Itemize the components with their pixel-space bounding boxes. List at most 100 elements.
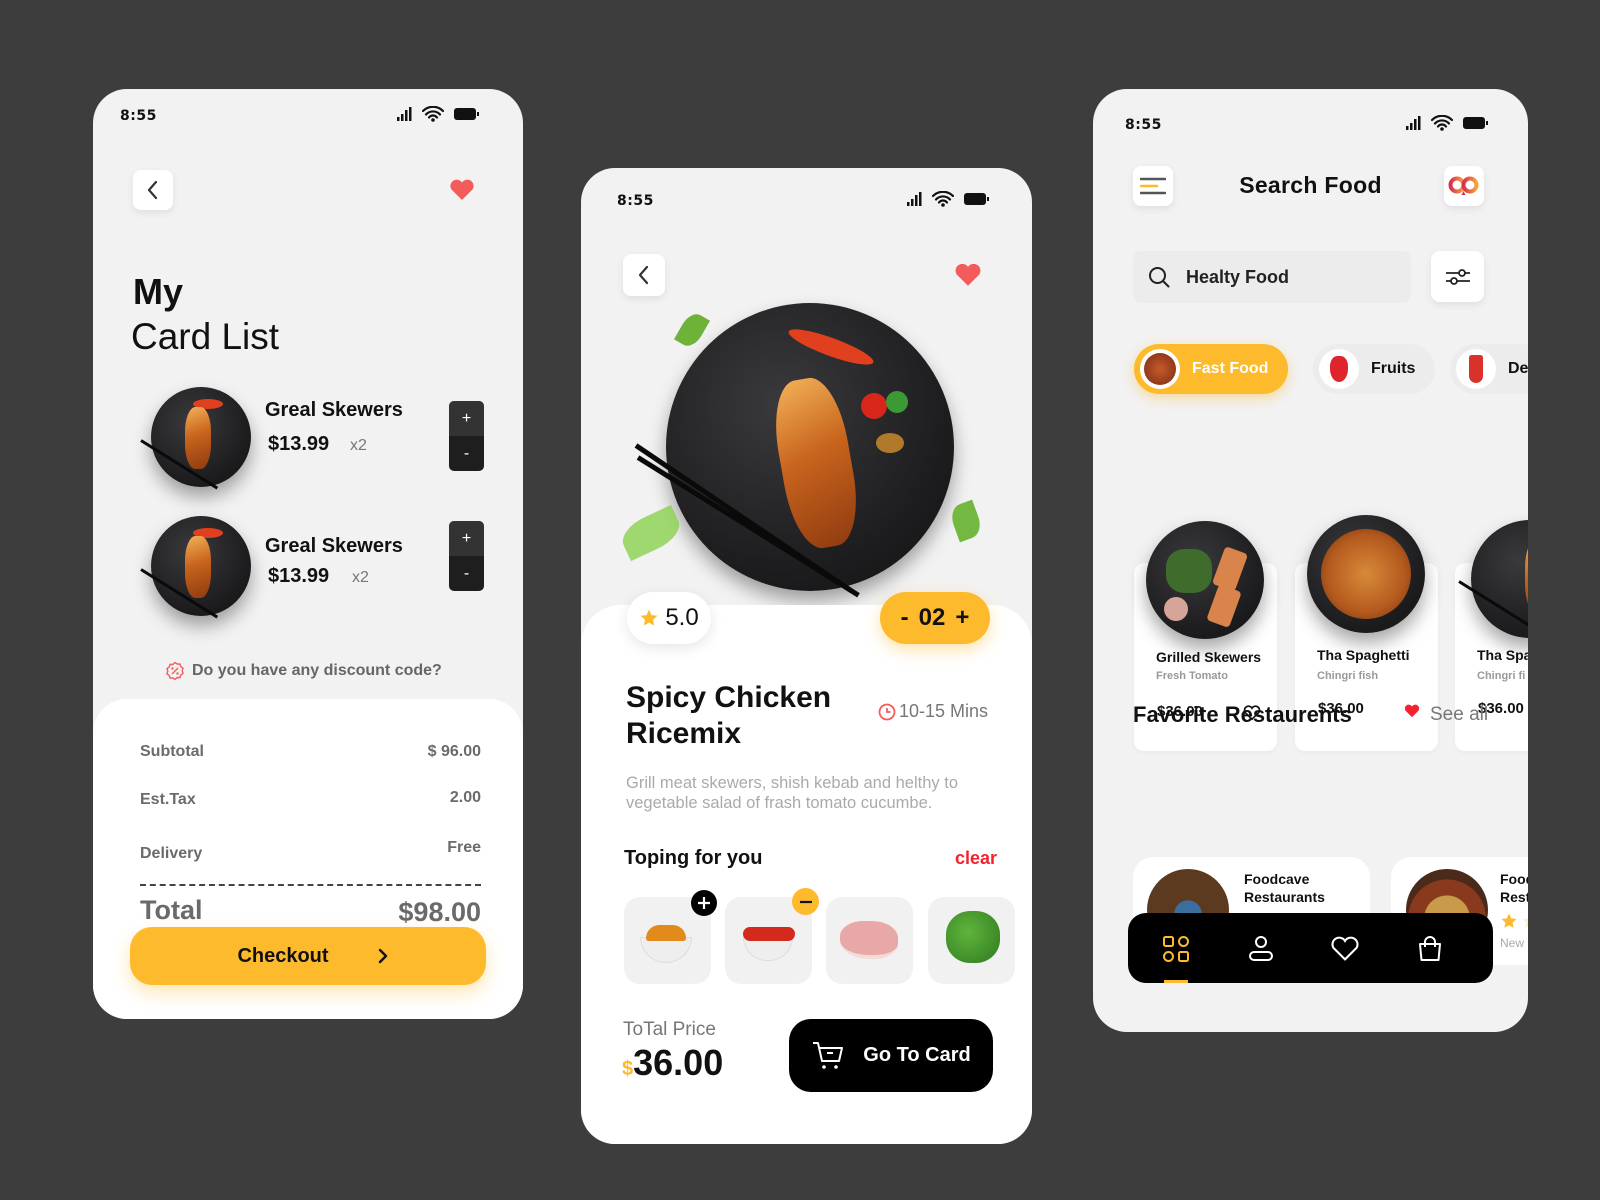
category-image <box>1319 349 1359 389</box>
divider <box>140 884 481 886</box>
food-image <box>1146 521 1264 639</box>
summary-row-delivery: Delivery Free <box>140 839 481 862</box>
summary-row-subtotal: Subtotal $ 96.00 <box>140 743 481 761</box>
wifi-icon <box>932 191 954 207</box>
leaf-decoration <box>947 499 985 543</box>
back-button[interactable] <box>133 170 173 210</box>
status-icons <box>906 191 990 207</box>
clock-icon <box>878 703 896 720</box>
category-label: Fast Food <box>1192 360 1269 377</box>
back-button[interactable] <box>623 254 665 296</box>
wifi-icon <box>422 106 444 122</box>
category-label: Fruits <box>1371 360 1416 377</box>
discount-code-link[interactable]: Do you have any discount code? <box>165 661 442 681</box>
nav-cart[interactable] <box>1410 929 1450 969</box>
discount-prompt: Do you have any discount code? <box>192 662 442 679</box>
filter-button[interactable] <box>1431 251 1484 302</box>
category-image <box>1456 349 1496 389</box>
decrease-button[interactable]: - <box>449 436 484 471</box>
shopping-bag-icon <box>1419 936 1441 961</box>
battery-icon <box>454 108 479 120</box>
category-chip-fast-food[interactable]: Fast Food <box>1134 344 1289 394</box>
checkout-button[interactable]: Checkout <box>130 927 486 985</box>
summary-label: Est.Tax <box>140 791 196 808</box>
increase-button[interactable]: + <box>955 604 969 632</box>
topping-item[interactable] <box>826 897 913 984</box>
page-title-bold: My <box>133 271 184 312</box>
minus-icon <box>799 900 812 903</box>
status-time: 8:55 <box>1125 117 1162 133</box>
decrease-button[interactable]: - <box>449 556 484 591</box>
category-label: De <box>1508 360 1528 377</box>
add-topping-button[interactable] <box>691 890 717 916</box>
battery-icon <box>1463 117 1488 129</box>
search-value: Healty Food <box>1186 266 1290 287</box>
chevron-left-icon <box>638 265 649 285</box>
prep-time: 10-15 Mins <box>878 701 988 722</box>
remove-topping-button[interactable] <box>792 888 819 915</box>
category-chip-fruits[interactable]: Fruits <box>1313 344 1436 394</box>
hero-food-image <box>634 303 954 598</box>
leaf-decoration <box>673 309 711 351</box>
nav-home[interactable] <box>1156 929 1196 969</box>
summary-value: 2.00 <box>449 789 481 806</box>
cart-item: Greal Skewers $13.99 x2 <box>135 516 455 626</box>
total-price: $ 36.00 <box>622 1042 723 1084</box>
nav-profile[interactable] <box>1241 929 1281 969</box>
signal-icon <box>1406 116 1421 130</box>
restaurant-location: New <box>1500 936 1525 950</box>
food-detail-screen: 8:55 5.0 - 02 + Spicy Chicken Ricemix 10… <box>581 168 1032 1144</box>
leaf-decoration <box>616 504 686 562</box>
summary-row-tax: Est.Tax 2.00 <box>140 789 481 808</box>
item-name: Greal Skewers <box>265 399 403 421</box>
go-to-cart-button[interactable]: Go To Card <box>789 1019 993 1092</box>
favorite-heart-icon[interactable] <box>449 179 475 201</box>
see-all-link[interactable]: See all <box>1430 704 1488 726</box>
quantity-stepper: + - <box>449 401 484 471</box>
increase-button[interactable]: + <box>449 401 484 436</box>
summary-label: Delivery <box>140 845 203 862</box>
profile-avatar[interactable] <box>1444 166 1484 206</box>
food-name: Grilled Skewers <box>1156 649 1262 665</box>
item-name: Greal Skewers <box>265 535 403 557</box>
currency-symbol: $ <box>622 1058 634 1080</box>
chevron-left-icon <box>147 180 158 200</box>
nav-favorites[interactable] <box>1325 929 1365 969</box>
summary-label: Subtotal <box>140 743 204 760</box>
clear-button[interactable]: clear <box>955 848 997 869</box>
category-chip-drinks[interactable]: De <box>1450 344 1528 394</box>
search-food-screen: 8:55 Search Food Healty Food Fast Food F… <box>1093 89 1528 1032</box>
heart-icon <box>1331 936 1359 961</box>
decrease-button[interactable]: - <box>901 604 909 632</box>
item-price: $13.99 <box>268 433 330 455</box>
checkout-label: Checkout <box>237 944 329 967</box>
user-icon <box>1249 936 1273 961</box>
total-row: Total $98.00 <box>140 895 481 927</box>
cart-screen: 8:55 My Card List Greal Skewers $13.99 x… <box>93 89 523 1019</box>
status-icons <box>1405 115 1489 131</box>
food-title-line: Spicy Chicken <box>626 681 832 714</box>
star-filled-icon <box>1501 913 1517 928</box>
signal-icon <box>397 107 412 121</box>
search-input[interactable]: Healty Food <box>1133 251 1411 303</box>
food-subtitle: Chingri fish <box>1317 670 1379 682</box>
favorite-heart-icon[interactable] <box>954 263 982 287</box>
restaurant-name-line: Foodcave <box>1244 871 1310 887</box>
discount-badge-icon <box>166 661 184 681</box>
food-subtitle: Fresh Tomato <box>1156 670 1228 682</box>
restaurant-name-line: Rest <box>1500 889 1528 905</box>
food-image <box>140 516 251 619</box>
favorite-filled-icon[interactable] <box>1404 704 1420 718</box>
cart-icon <box>813 1041 844 1069</box>
food-description: Grill meat skewers, shish kebab and helt… <box>626 774 958 812</box>
item-quantity: x2 <box>352 569 369 586</box>
total-price-label: ToTal Price <box>623 1019 716 1040</box>
restaurant-name: Foodcave Restaurants <box>1244 870 1325 906</box>
prep-time-value: 10-15 Mins <box>899 701 989 721</box>
increase-button[interactable]: + <box>449 521 484 556</box>
quantity-stepper: + - <box>449 521 484 591</box>
battery-icon <box>964 193 989 205</box>
topping-item[interactable] <box>928 897 1015 984</box>
search-icon <box>1149 267 1170 288</box>
page-title: Card List <box>131 316 280 357</box>
